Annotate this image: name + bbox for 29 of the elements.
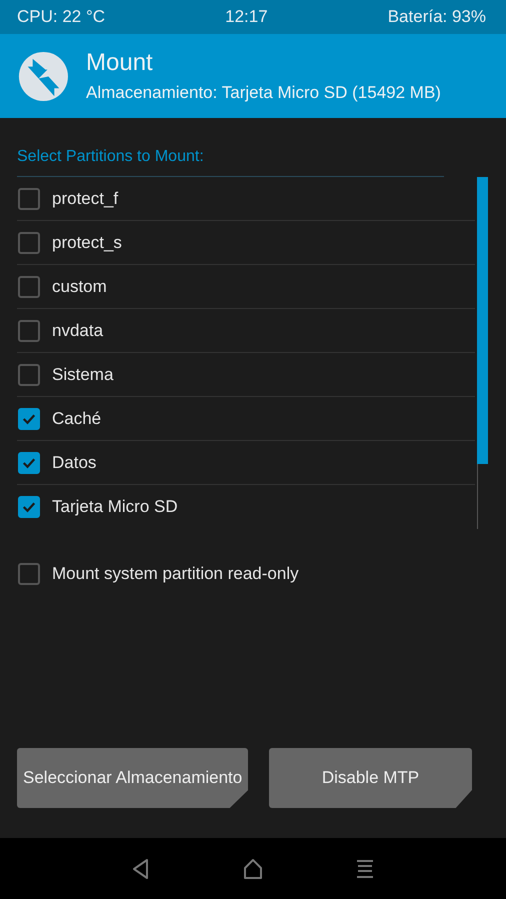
logo-icon — [17, 50, 70, 102]
home-icon[interactable] — [241, 856, 265, 880]
checkbox[interactable] — [18, 232, 40, 254]
cpu-temperature: CPU: 22 °C — [17, 7, 106, 27]
clock: 12:17 — [225, 7, 268, 27]
action-button[interactable]: Disable MTP — [269, 748, 472, 808]
list-heading: Select Partitions to Mount: — [17, 148, 444, 177]
checkbox[interactable] — [18, 408, 40, 430]
scrollbar[interactable] — [477, 177, 488, 529]
checkbox[interactable] — [18, 452, 40, 474]
checkbox-label[interactable]: nvdata — [52, 320, 104, 340]
checkbox-label[interactable]: Sistema — [52, 364, 114, 384]
checkbox-label[interactable]: Tarjeta Micro SD — [52, 496, 178, 516]
storage-subtitle: Almacenamiento: Tarjeta Micro SD (15492 MB) — [86, 83, 441, 103]
checkbox-label[interactable]: Caché — [52, 408, 102, 428]
checkbox-label[interactable]: Mount system partition read-only — [52, 564, 299, 584]
battery-level: Batería: 93% — [388, 7, 486, 27]
checkbox[interactable] — [18, 562, 40, 584]
checkbox[interactable] — [18, 364, 40, 386]
checkbox-label[interactable]: protect_s — [52, 232, 122, 252]
checkbox-label[interactable]: custom — [52, 276, 107, 296]
checkbox-label[interactable]: protect_f — [52, 188, 118, 208]
checkbox[interactable] — [18, 276, 40, 298]
checkbox[interactable] — [18, 496, 40, 518]
page-title: Mount — [86, 49, 154, 77]
checkbox[interactable] — [18, 320, 40, 342]
action-button[interactable]: Seleccionar Almacenamiento — [17, 748, 248, 808]
checkbox-label[interactable]: Datos — [52, 452, 96, 472]
checkbox[interactable] — [18, 188, 40, 210]
